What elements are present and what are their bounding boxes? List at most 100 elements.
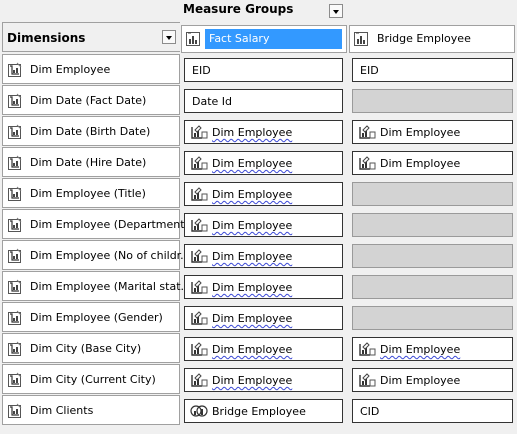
dimensions-header: Dimensions (2, 22, 180, 52)
dimension-name: Dim Date (Birth Date) (30, 125, 151, 138)
relationship-cell-text: Dim Employee (212, 250, 293, 263)
relationship-cell[interactable]: Dim Employee (184, 244, 343, 268)
relationship-cell-text: Dim Employee (212, 374, 293, 387)
measure-group-name: Bridge Employee (377, 32, 471, 45)
dimension-icon (7, 217, 23, 233)
dimension-name: Dim Employee (Gender) (30, 311, 163, 324)
relationship-cell-text: Dim Employee (212, 219, 293, 232)
relationship-cell-empty[interactable] (352, 244, 513, 268)
relationship-cell[interactable]: Date Id (184, 89, 343, 113)
relationship-cell-empty[interactable] (352, 213, 513, 237)
relationship-cell[interactable]: Dim Employee (352, 151, 513, 175)
dimension-name: Dim Date (Hire Date) (30, 156, 147, 169)
dimension-row[interactable]: Dim Employee (Gender) (2, 302, 180, 332)
relationship-cell-text: CID (360, 405, 380, 418)
relationship-cell-text: Dim Employee (212, 157, 293, 170)
relationship-cell[interactable]: Dim Employee (184, 337, 343, 361)
dimension-icon (7, 341, 23, 357)
relationship-cell-empty[interactable] (352, 275, 513, 299)
relationship-cell-text: Dim Employee (212, 312, 293, 325)
dimension-row[interactable]: Dim Employee (Title) (2, 178, 180, 208)
relationship-cell-empty[interactable] (352, 182, 513, 206)
relationship-cell-text: Dim Employee (212, 281, 293, 294)
referenced-dimension-icon (190, 186, 208, 202)
dimension-row[interactable]: Dim Employee (Marital stat... (2, 271, 191, 301)
dimension-icon (7, 248, 23, 264)
dimension-name: Dim Clients (30, 404, 94, 417)
relationship-cell-text: Dim Employee (380, 374, 461, 387)
relationship-cell[interactable]: Dim Employee (184, 275, 343, 299)
relationship-cell[interactable]: CID (352, 399, 513, 423)
relationship-cell-text: EID (192, 64, 211, 77)
measure-group-icon (185, 31, 201, 47)
dimension-icon (7, 403, 23, 419)
relationship-cell-empty[interactable] (352, 306, 513, 330)
referenced-dimension-icon (190, 310, 208, 326)
referenced-dimension-icon (190, 124, 208, 140)
dimension-name: Dim Date (Fact Date) (30, 94, 147, 107)
dimension-icon (7, 155, 23, 171)
dimension-row[interactable]: Dim Clients (2, 395, 180, 425)
relationship-cell[interactable]: Dim Employee (184, 368, 343, 392)
relationship-cell-text: Dim Employee (380, 157, 461, 170)
relationship-cell-text: EID (360, 64, 379, 77)
measure-groups-title: Measure Groups (183, 2, 294, 16)
dimensions-dropdown-button[interactable] (162, 30, 176, 44)
dimensions-title: Dimensions (7, 31, 86, 45)
measure-groups-dropdown-button[interactable] (329, 4, 343, 18)
relationship-cell[interactable]: Dim Employee (184, 306, 343, 330)
dimension-row[interactable]: Dim Date (Fact Date) (2, 85, 180, 115)
relationship-cell[interactable]: EID (352, 58, 513, 82)
referenced-dimension-icon (190, 341, 208, 357)
referenced-dimension-icon (190, 217, 208, 233)
dimension-name: Dim City (Current City) (30, 373, 156, 386)
dimension-row[interactable]: Dim City (Current City) (2, 364, 180, 394)
dimension-name: Dim Employee (Marital stat... (30, 280, 192, 293)
dimension-row[interactable]: Dim City (Base City) (2, 333, 180, 363)
dimension-row[interactable]: Dim Employee (Department) (2, 209, 189, 239)
measure-group-name: Fact Salary (205, 29, 342, 49)
referenced-dimension-icon (190, 372, 208, 388)
referenced-dimension-icon (190, 155, 208, 171)
referenced-dimension-icon (190, 279, 208, 295)
dimension-row[interactable]: Dim Employee (No of childr... (2, 240, 191, 270)
relationship-cell-text: Date Id (192, 95, 233, 108)
relationship-cell[interactable]: Bridge Employee (184, 399, 343, 423)
relationship-cell[interactable]: Dim Employee (352, 368, 513, 392)
dimension-row[interactable]: Dim Date (Birth Date) (2, 116, 180, 146)
referenced-dimension-icon (358, 155, 376, 171)
dimension-icon (7, 93, 23, 109)
dimension-row[interactable]: Dim Date (Hire Date) (2, 147, 180, 177)
referenced-dimension-icon (358, 124, 376, 140)
dimension-row[interactable]: Dim Employee (2, 54, 180, 84)
referenced-dimension-icon (190, 248, 208, 264)
relationship-cell-text: Dim Employee (212, 126, 293, 139)
relationship-cell[interactable]: Dim Employee (352, 337, 513, 361)
relationship-cell-text: Bridge Employee (212, 405, 306, 418)
relationship-cell-empty[interactable] (352, 89, 513, 113)
relationship-cell[interactable]: EID (184, 58, 343, 82)
many-to-many-icon (190, 403, 208, 419)
measure-group-header[interactable]: Bridge Employee (349, 25, 515, 53)
dimension-name: Dim Employee (Department) (30, 218, 189, 231)
dimension-name: Dim Employee (Title) (30, 187, 146, 200)
relationship-cell[interactable]: Dim Employee (184, 120, 343, 144)
relationship-cell[interactable]: Dim Employee (184, 182, 343, 206)
relationship-cell[interactable]: Dim Employee (352, 120, 513, 144)
relationship-cell-text: Dim Employee (212, 188, 293, 201)
relationship-cell[interactable]: Dim Employee (184, 151, 343, 175)
dimension-icon (7, 124, 23, 140)
dimension-icon (7, 62, 23, 78)
dimension-icon (7, 372, 23, 388)
referenced-dimension-icon (358, 372, 376, 388)
relationship-cell[interactable]: Dim Employee (184, 213, 343, 237)
dimension-icon (7, 310, 23, 326)
referenced-dimension-icon (358, 341, 376, 357)
dimension-name: Dim Employee (No of childr... (30, 249, 191, 262)
relationship-cell-text: Dim Employee (212, 343, 293, 356)
dimension-icon (7, 186, 23, 202)
measure-group-icon (353, 31, 369, 47)
measure-group-header[interactable]: Fact Salary (181, 25, 347, 53)
dimension-icon (7, 279, 23, 295)
dimension-name: Dim Employee (30, 63, 111, 76)
